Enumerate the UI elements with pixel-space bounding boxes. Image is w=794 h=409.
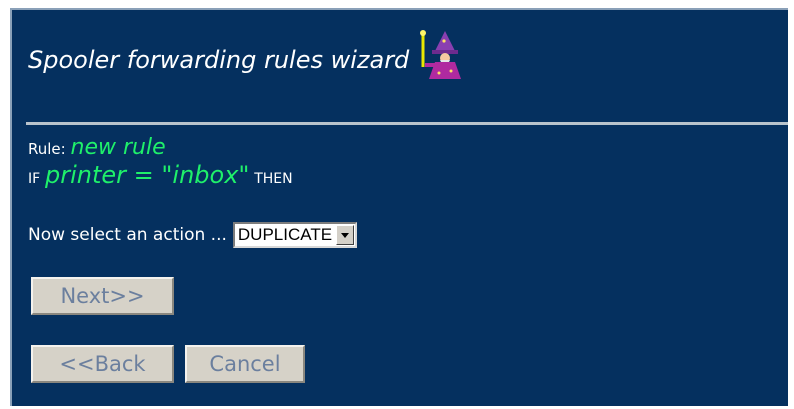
action-prompt: Now select an action ... (28, 225, 227, 245)
wizard-panel: Spooler forwarding rules wizard Rule: ne… (10, 8, 788, 406)
action-select[interactable]: DUPLICATE (232, 222, 358, 248)
action-select-value: DUPLICATE (237, 225, 333, 244)
then-keyword: THEN (254, 171, 293, 187)
wizard-icon (420, 30, 462, 79)
wizard-title: Spooler forwarding rules wizard (28, 46, 410, 74)
rule-label: Rule: (28, 140, 66, 158)
cancel-button[interactable]: Cancel (185, 345, 305, 383)
condition-line: IF printer = "inbox" THEN (28, 162, 293, 192)
action-row: Now select an action ... DUPLICATE (28, 222, 358, 248)
rule-name: new rule (70, 135, 166, 160)
title-divider (26, 122, 788, 125)
next-button[interactable]: Next>> (31, 277, 174, 315)
title-row: Spooler forwarding rules wizard (28, 30, 467, 90)
if-keyword: IF (28, 171, 41, 187)
rule-condition: printer = "inbox" (44, 161, 250, 189)
chevron-down-icon[interactable] (336, 225, 355, 245)
back-button[interactable]: <<Back (31, 345, 174, 383)
rule-line: Rule: new rule (28, 135, 166, 160)
